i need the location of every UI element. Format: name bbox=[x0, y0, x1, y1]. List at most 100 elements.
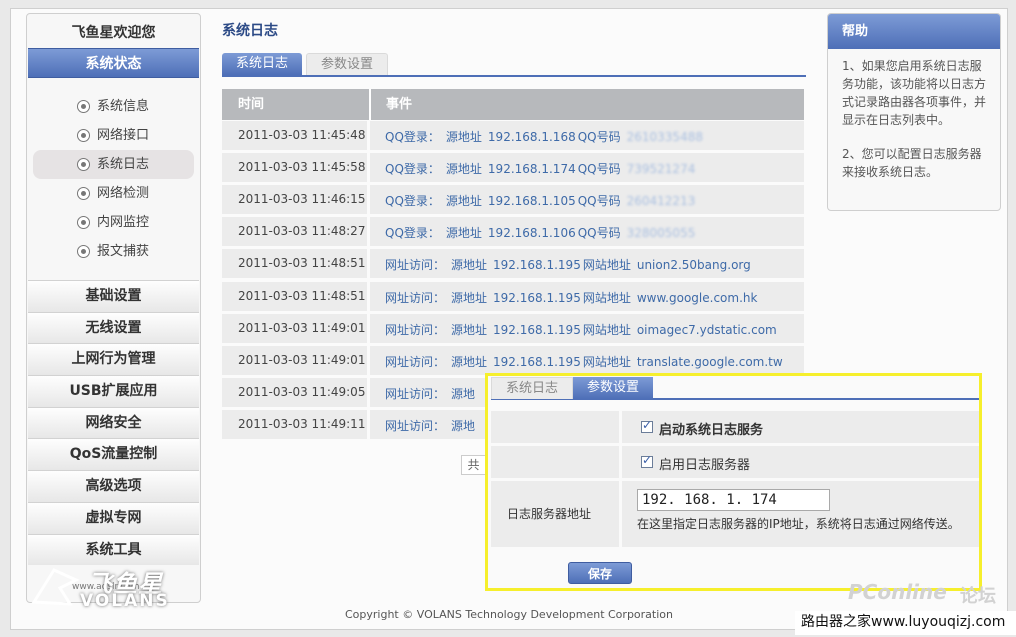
event-ip: 192.168.1.105 bbox=[487, 194, 576, 209]
radio-icon bbox=[77, 187, 90, 200]
nav-section-vpn[interactable]: 虚拟专网 bbox=[28, 501, 199, 534]
site-watermark: 路由器之家www.luyouqizj.com bbox=[795, 611, 1016, 635]
column-header-time: 时间 bbox=[238, 97, 265, 112]
tab-parameters[interactable]: 参数设置 bbox=[306, 53, 389, 75]
sidebar-item-label: 网络接口 bbox=[97, 128, 150, 143]
event-type: QQ登录： bbox=[385, 162, 440, 177]
sidebar-item-network-check[interactable]: 网络检测 bbox=[33, 179, 194, 208]
radio-icon bbox=[77, 100, 90, 113]
event-src-label: 源地址 bbox=[451, 258, 488, 273]
help-paragraph: 2、您可以配置日志服务器来接收系统日志。 bbox=[842, 147, 982, 179]
event-src-label: 源地址 bbox=[451, 290, 488, 305]
event-key: 网站地址 bbox=[582, 322, 631, 337]
event-type: 网址访问： bbox=[385, 290, 446, 305]
sidebar-item-system-info[interactable]: 系统信息 bbox=[33, 92, 194, 121]
sidebar-item-system-log[interactable]: 系统日志 bbox=[33, 150, 194, 179]
table-row: 2011-03-03 11:46:15 QQ登录： 源地址 192.168.1.105… bbox=[222, 185, 804, 215]
enable-log-label: 启动系统日志服务 bbox=[659, 423, 764, 438]
server-addr-input[interactable]: 192. 168. 1. 174 bbox=[637, 489, 830, 511]
nav-section-security[interactable]: 网络安全 bbox=[28, 406, 199, 439]
event-ip: 192.168.1.168 bbox=[487, 130, 576, 144]
sidebar-item-label: 系统信息 bbox=[97, 99, 150, 114]
event-src-label: 源地址 bbox=[445, 226, 482, 241]
log-time: 2011-03-03 11:48:27 bbox=[238, 224, 366, 239]
event-value: 739521274 bbox=[626, 162, 696, 177]
forum-watermark: 论坛 bbox=[960, 586, 996, 607]
enable-server-checkbox[interactable] bbox=[641, 453, 653, 468]
enable-log-checkbox[interactable] bbox=[641, 418, 653, 433]
log-time: 2011-03-03 11:45:58 bbox=[238, 160, 366, 175]
log-event: 网址访问： 源地 bbox=[385, 417, 495, 434]
log-time: 2011-03-03 11:49:01 bbox=[238, 320, 366, 335]
radio-icon bbox=[77, 216, 90, 229]
event-ip: 192.168.1.195 bbox=[493, 354, 581, 369]
event-cell: 网址访问： 源地址 192.168.1.195 网站地址 www.google.com.… bbox=[370, 281, 804, 311]
event-cell: 网址访问： 源地址 192.168.1.195 网站地址 oimagec7.ydstat… bbox=[370, 313, 804, 343]
event-type: QQ登录： bbox=[385, 226, 440, 241]
sidebar-item-packet-capture[interactable]: 报文捕获 bbox=[33, 237, 194, 266]
save-button[interactable]: 保存 bbox=[568, 562, 632, 584]
nav-section-qos[interactable]: QoS流量控制 bbox=[28, 438, 199, 471]
event-ip: 192.168.1.195 bbox=[493, 322, 581, 337]
event-value: oimagec7.ydstatic.com bbox=[636, 322, 777, 337]
sidebar-item-lan-monitor[interactable]: 内网监控 bbox=[33, 208, 194, 237]
time-cell: 2011-03-03 11:49:01 bbox=[222, 345, 367, 375]
log-time: 2011-03-03 11:49:05 bbox=[238, 384, 366, 399]
sidebar-item-network-interface[interactable]: 网络接口 bbox=[33, 121, 194, 150]
event-key: 网站地址 bbox=[582, 290, 631, 305]
event-cell: QQ登录： 源地址 192.168.1.174 QQ号码 739521274 bbox=[370, 153, 804, 183]
sidebar-item-label: 报文捕获 bbox=[97, 244, 150, 259]
log-event: QQ登录： 源地址 192.168.1.168 QQ号码 2610335488 bbox=[385, 128, 709, 145]
brand-logo: www.adslr.com 飞鱼星 VOLANS bbox=[30, 562, 180, 612]
tab-parameters[interactable]: 参数设置 bbox=[573, 377, 654, 399]
column-header-event: 事件 bbox=[386, 97, 413, 112]
time-cell: 2011-03-03 11:45:58 bbox=[222, 153, 367, 183]
help-title: 帮助 bbox=[828, 14, 1000, 49]
nav-section-behavior[interactable]: 上网行为管理 bbox=[28, 343, 199, 376]
event-value: 328005055 bbox=[626, 226, 696, 241]
event-ip: 192.168.1.195 bbox=[493, 290, 581, 305]
event-value: www.google.com.hk bbox=[636, 290, 758, 305]
row-divider bbox=[619, 411, 622, 443]
table-row: 2011-03-03 11:45:58 QQ登录： 源地址 192.168.1.174… bbox=[222, 153, 804, 183]
page-title: 系统日志 bbox=[222, 23, 278, 39]
event-src-label: 源地址 bbox=[445, 194, 482, 209]
event-type: 网址访问： bbox=[385, 258, 446, 273]
event-key: QQ号码 bbox=[577, 226, 621, 241]
event-cell: 网址访问： 源地址 192.168.1.195 网站地址 translate.googl… bbox=[370, 345, 804, 375]
log-time: 2011-03-03 11:45:48 bbox=[238, 128, 366, 142]
event-cell: QQ登录： 源地址 192.168.1.168 QQ号码 2610335488 bbox=[370, 121, 804, 150]
nav-section-tools[interactable]: 系统工具 bbox=[28, 533, 199, 566]
tab-system-log[interactable]: 系统日志 bbox=[491, 377, 574, 399]
event-key: QQ号码 bbox=[577, 194, 621, 209]
log-time: 2011-03-03 11:48:51 bbox=[238, 288, 366, 303]
time-cell: 2011-03-03 11:48:27 bbox=[222, 217, 367, 247]
nav-section-usb[interactable]: USB扩展应用 bbox=[28, 375, 199, 407]
event-key: 网站地址 bbox=[582, 354, 631, 369]
event-key: QQ号码 bbox=[577, 130, 621, 144]
radio-icon bbox=[77, 129, 90, 142]
column-divider bbox=[369, 89, 371, 120]
sidebar: 飞鱼星欢迎您 系统状态 系统信息 网络接口 系统日志 网络检测 内网监控 报文捕… bbox=[26, 13, 201, 603]
event-value: 260412213 bbox=[626, 194, 696, 209]
event-type: 网址访问： bbox=[385, 418, 446, 433]
event-type: QQ登录： bbox=[385, 194, 440, 209]
event-src-label: 源地 bbox=[451, 386, 476, 401]
tab-system-log[interactable]: 系统日志 bbox=[222, 53, 303, 75]
nav-section-system-status[interactable]: 系统状态 bbox=[28, 48, 199, 78]
server-addr-row: 日志服务器地址 192. 168. 1. 174 在这里指定日志服务器的IP地址… bbox=[491, 481, 979, 547]
server-addr-hint: 在这里指定日志服务器的IP地址，系统将日志通过网络传送。 bbox=[637, 517, 960, 531]
radio-icon bbox=[77, 245, 90, 258]
help-panel: 帮助 1、如果您启用系统日志服务功能，该功能将以日志方式记录路由器各项事件，并显… bbox=[827, 13, 1001, 211]
table-row: 2011-03-03 11:49:01 网址访问： 源地址 192.168.1.195… bbox=[222, 345, 804, 375]
pconline-watermark: PConline bbox=[848, 580, 947, 604]
table-row: 2011-03-03 11:48:27 QQ登录： 源地址 192.168.1.106… bbox=[222, 217, 804, 247]
nav-section-basic[interactable]: 基础设置 bbox=[28, 280, 199, 312]
settings-tabs: 系统日志 参数设置 bbox=[491, 376, 979, 400]
server-addr-label: 日志服务器地址 bbox=[507, 507, 592, 521]
time-cell: 2011-03-03 11:49:11 bbox=[222, 409, 367, 439]
nav-section-advanced[interactable]: 高级选项 bbox=[28, 470, 199, 502]
log-event: QQ登录： 源地址 192.168.1.105 QQ号码 260412213 bbox=[385, 192, 701, 209]
time-cell: 2011-03-03 11:46:15 bbox=[222, 185, 367, 215]
nav-section-wireless[interactable]: 无线设置 bbox=[28, 311, 199, 344]
